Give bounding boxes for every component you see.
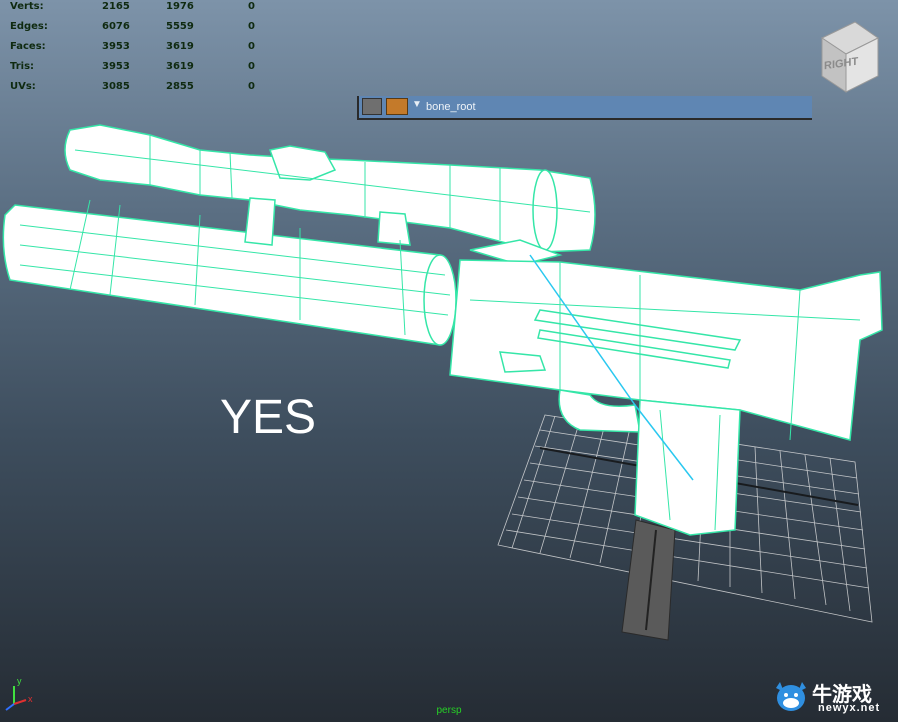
hud-value: 0	[248, 1, 255, 12]
hud-label: Verts:	[10, 1, 44, 12]
hud-value: 0	[248, 81, 255, 92]
cow-logo-icon	[776, 682, 806, 711]
node-name-label[interactable]: bone_root	[426, 101, 476, 113]
hud-value: 5559	[166, 21, 194, 32]
hud-label: Tris:	[10, 61, 35, 72]
hud-label: UVs:	[10, 81, 36, 92]
gun-wireframe-model	[2, 124, 883, 536]
hud-value: 1976	[166, 1, 194, 12]
axis-labels: y x	[8, 676, 38, 710]
hud-value: 0	[248, 61, 255, 72]
hud-label: Faces:	[10, 41, 46, 52]
magazine	[621, 519, 676, 641]
outliner-row-bone-root[interactable]: ▼ bone_root	[357, 96, 812, 120]
hud-value: 6076	[102, 21, 130, 32]
watermark-url: newyx.net	[818, 702, 881, 714]
hud-label: Edges:	[10, 21, 48, 32]
hud-value: 3953	[102, 41, 130, 52]
axis-x-label: x	[28, 694, 33, 704]
hud-value: 0	[248, 41, 255, 52]
overlay-text: YES	[220, 391, 317, 444]
axis-y-label: y	[17, 676, 22, 686]
color-swatch-button[interactable]	[386, 98, 408, 115]
hud-value: 0	[248, 21, 255, 32]
chevron-down-icon[interactable]: ▼	[412, 99, 422, 110]
hud-value: 3085	[102, 81, 130, 92]
hud-value: 3619	[166, 41, 194, 52]
hud-value: 3953	[102, 61, 130, 72]
lock-icon[interactable]	[362, 98, 382, 115]
watermark: 牛游戏 newyx.net	[772, 676, 892, 718]
camera-label: persp	[436, 705, 462, 716]
hud-value: 2165	[102, 1, 130, 12]
hud-value: 3619	[166, 61, 194, 72]
hud-value: 2855	[166, 81, 194, 92]
